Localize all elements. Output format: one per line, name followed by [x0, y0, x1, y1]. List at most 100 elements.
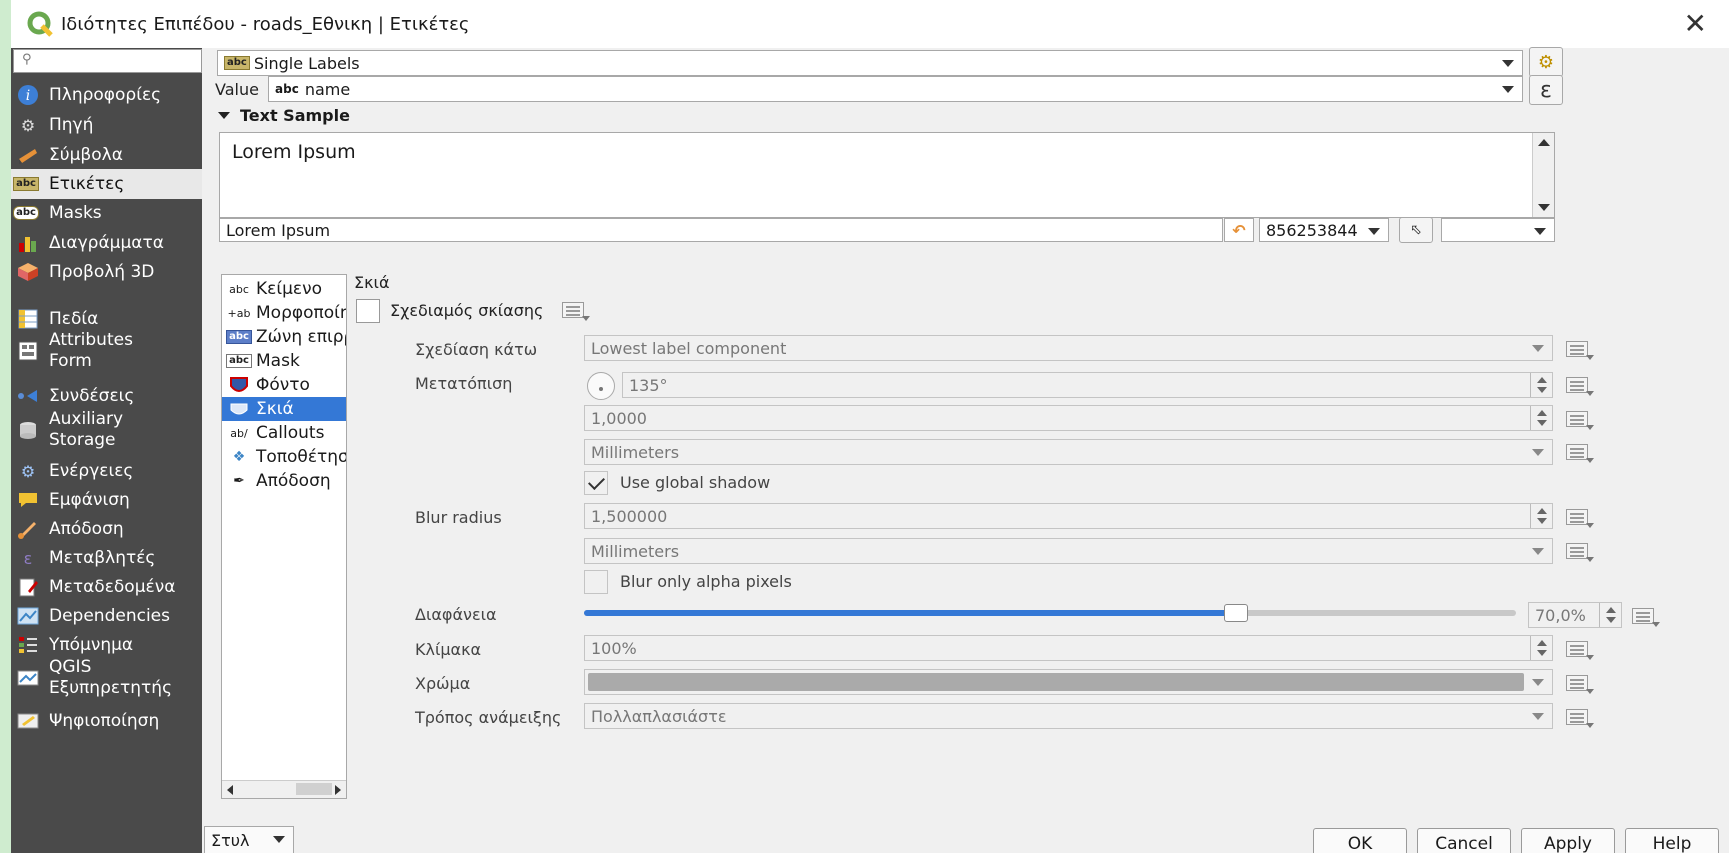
- tab-rendering[interactable]: ✒ Απόδοση: [222, 469, 346, 493]
- sample-background-select[interactable]: [1441, 218, 1555, 242]
- sidebar-search-input[interactable]: ⚲: [13, 49, 202, 73]
- data-defined-override-icon[interactable]: [1564, 408, 1594, 430]
- masks-icon: abc: [13, 202, 41, 224]
- value-field-select[interactable]: abc name: [268, 76, 1523, 102]
- text-sample-header[interactable]: Text Sample: [218, 106, 350, 125]
- offset-distance-spinbox[interactable]: 1,0000: [584, 405, 1553, 431]
- sidebar-item-variables[interactable]: ε Μεταβλητές: [11, 543, 202, 573]
- window-title: Ιδιότητες Επιπέδου - roads_Εθνικη | Ετικ…: [61, 13, 470, 35]
- data-defined-override-icon[interactable]: [560, 299, 590, 321]
- help-button[interactable]: Help: [1625, 828, 1719, 853]
- tab-placement[interactable]: ❖Τοποθέτηση: [222, 445, 346, 469]
- spin-arrows-icon: [1530, 373, 1552, 397]
- data-defined-override-icon[interactable]: [1564, 506, 1594, 528]
- draw-shadow-label: Σχεδιαμός σκίασης: [390, 301, 544, 320]
- undo-arrow-icon: ↶: [1232, 220, 1246, 240]
- offset-angle-spinbox[interactable]: 135°: [622, 372, 1553, 398]
- close-icon[interactable]: ✕: [1684, 10, 1707, 38]
- angle-dial[interactable]: [587, 372, 615, 400]
- qgis-server-icon: [15, 667, 41, 689]
- sidebar-item-labels[interactable]: abc Ετικέτες: [11, 169, 202, 199]
- opacity-slider-thumb[interactable]: [1224, 604, 1249, 622]
- color-label: Χρώμα: [415, 674, 471, 693]
- use-global-shadow-checkbox[interactable]: [584, 471, 608, 495]
- diagrams-icon: [15, 232, 41, 254]
- tab-mask[interactable]: abc Mask: [222, 349, 346, 373]
- sidebar-item-source[interactable]: ⚙ Πηγή: [11, 110, 202, 140]
- sidebar-item-digitizing[interactable]: Ψηφιοποίηση: [11, 706, 202, 736]
- apply-button[interactable]: Apply: [1521, 828, 1615, 853]
- tab-callouts[interactable]: ab/Callouts: [222, 421, 346, 445]
- sidebar-item-rendering[interactable]: Απόδοση: [11, 514, 202, 544]
- labels-panel: abc Single Labels ⚙ Value abc name ε Tex…: [202, 47, 1729, 853]
- tabs-horizontal-scrollbar[interactable]: [222, 780, 346, 798]
- data-defined-override-icon[interactable]: [1564, 540, 1594, 562]
- source-icon: ⚙: [20, 115, 36, 135]
- labeling-mode-select[interactable]: abc Single Labels: [217, 50, 1523, 76]
- sidebar-item-masks[interactable]: abc Masks: [11, 198, 202, 228]
- expression-button[interactable]: ε: [1529, 75, 1563, 105]
- opacity-spinbox[interactable]: 70,0%: [1528, 602, 1622, 628]
- tab-text[interactable]: abc Κείμενο: [222, 277, 346, 301]
- data-defined-override-icon[interactable]: [1564, 441, 1594, 463]
- rendering-tab-icon: ✒: [233, 473, 245, 489]
- pick-scale-button[interactable]: ⬁: [1399, 217, 1433, 243]
- draw-under-label: Σχεδίαση κάτω: [415, 340, 538, 359]
- sidebar-item-qgis-server[interactable]: QGIS Εξυπηρετητής: [11, 655, 202, 701]
- style-menu-button[interactable]: Στυλ: [204, 826, 294, 853]
- scroll-thumb[interactable]: [296, 783, 332, 795]
- blur-alpha-checkbox[interactable]: [584, 570, 608, 594]
- tab-background[interactable]: Φόντο: [222, 373, 346, 397]
- data-defined-override-icon[interactable]: [1564, 706, 1594, 728]
- sidebar-item-information[interactable]: i Πληροφορίες: [11, 80, 202, 110]
- sidebar-item-actions[interactable]: ⚙ Ενέργειες: [11, 456, 202, 486]
- color-swatch: [588, 673, 1524, 691]
- data-defined-override-icon[interactable]: [1630, 605, 1660, 627]
- reset-sample-button[interactable]: ↶: [1224, 218, 1254, 242]
- labels-icon: abc: [13, 173, 41, 195]
- spin-arrows-icon: [1530, 406, 1552, 430]
- data-defined-override-icon[interactable]: [1564, 338, 1594, 360]
- blur-units-select[interactable]: Millimeters: [584, 538, 1553, 564]
- spin-arrows-icon: [1599, 603, 1621, 627]
- chevron-down-icon: [1532, 449, 1544, 456]
- offset-units-select[interactable]: Millimeters: [584, 439, 1553, 465]
- rule-settings-button[interactable]: ⚙: [1529, 47, 1563, 77]
- draw-under-select[interactable]: Lowest label component: [584, 335, 1553, 361]
- cancel-button[interactable]: Cancel: [1417, 828, 1511, 853]
- sidebar: ⚲ i Πληροφορίες ⚙ Πηγή Σύμβολα abc Ετικέ…: [11, 48, 202, 853]
- tab-formatting[interactable]: +abΜορφοποίηση: [222, 301, 346, 325]
- sample-text-input[interactable]: Lorem Ipsum: [219, 218, 1223, 242]
- tab-shadow[interactable]: Σκιά: [222, 397, 346, 421]
- data-defined-override-icon[interactable]: [1564, 672, 1594, 694]
- metadata-icon: [15, 576, 41, 598]
- collapse-triangle-icon: [218, 112, 230, 119]
- text-sample-preview: Lorem Ipsum: [219, 132, 1555, 218]
- scroll-right-icon: [335, 785, 341, 795]
- draw-shadow-checkbox[interactable]: [356, 299, 380, 323]
- preview-scrollbar[interactable]: [1532, 133, 1554, 217]
- sidebar-item-metadata[interactable]: Μεταδεδομένα: [11, 572, 202, 602]
- sidebar-item-dependencies[interactable]: Dependencies: [11, 601, 202, 631]
- data-defined-override-icon[interactable]: [1564, 638, 1594, 660]
- shadow-color-button[interactable]: [584, 669, 1553, 695]
- sidebar-item-diagrams[interactable]: Διαγράμματα: [11, 228, 202, 258]
- chevron-down-icon: [1502, 60, 1514, 67]
- sample-scale-select[interactable]: 856253844: [1259, 218, 1389, 242]
- sidebar-item-auxiliary-storage[interactable]: Auxiliary Storage: [11, 407, 202, 453]
- data-defined-override-icon[interactable]: [1564, 374, 1594, 396]
- blur-radius-spinbox[interactable]: 1,500000: [584, 503, 1553, 529]
- scale-spinbox[interactable]: 100%: [584, 635, 1553, 661]
- chevron-down-icon: [1532, 345, 1544, 352]
- sidebar-item-attributes-form[interactable]: Attributes Form: [11, 328, 202, 374]
- chevron-down-icon: [1532, 713, 1544, 720]
- blend-mode-select[interactable]: Πολλαπλασιάστε: [584, 703, 1553, 729]
- sidebar-item-display[interactable]: Εμφάνιση: [11, 485, 202, 515]
- opacity-slider-track[interactable]: [584, 610, 1516, 616]
- ok-button[interactable]: OK: [1313, 828, 1407, 853]
- spin-arrows-icon: [1530, 636, 1552, 660]
- tab-buffer[interactable]: abcΖώνη επιρροής: [222, 325, 346, 349]
- sidebar-item-symbology[interactable]: Σύμβολα: [11, 140, 202, 170]
- attributes-form-icon: [15, 340, 41, 362]
- sidebar-item-3d-view[interactable]: Προβολή 3D: [11, 257, 202, 287]
